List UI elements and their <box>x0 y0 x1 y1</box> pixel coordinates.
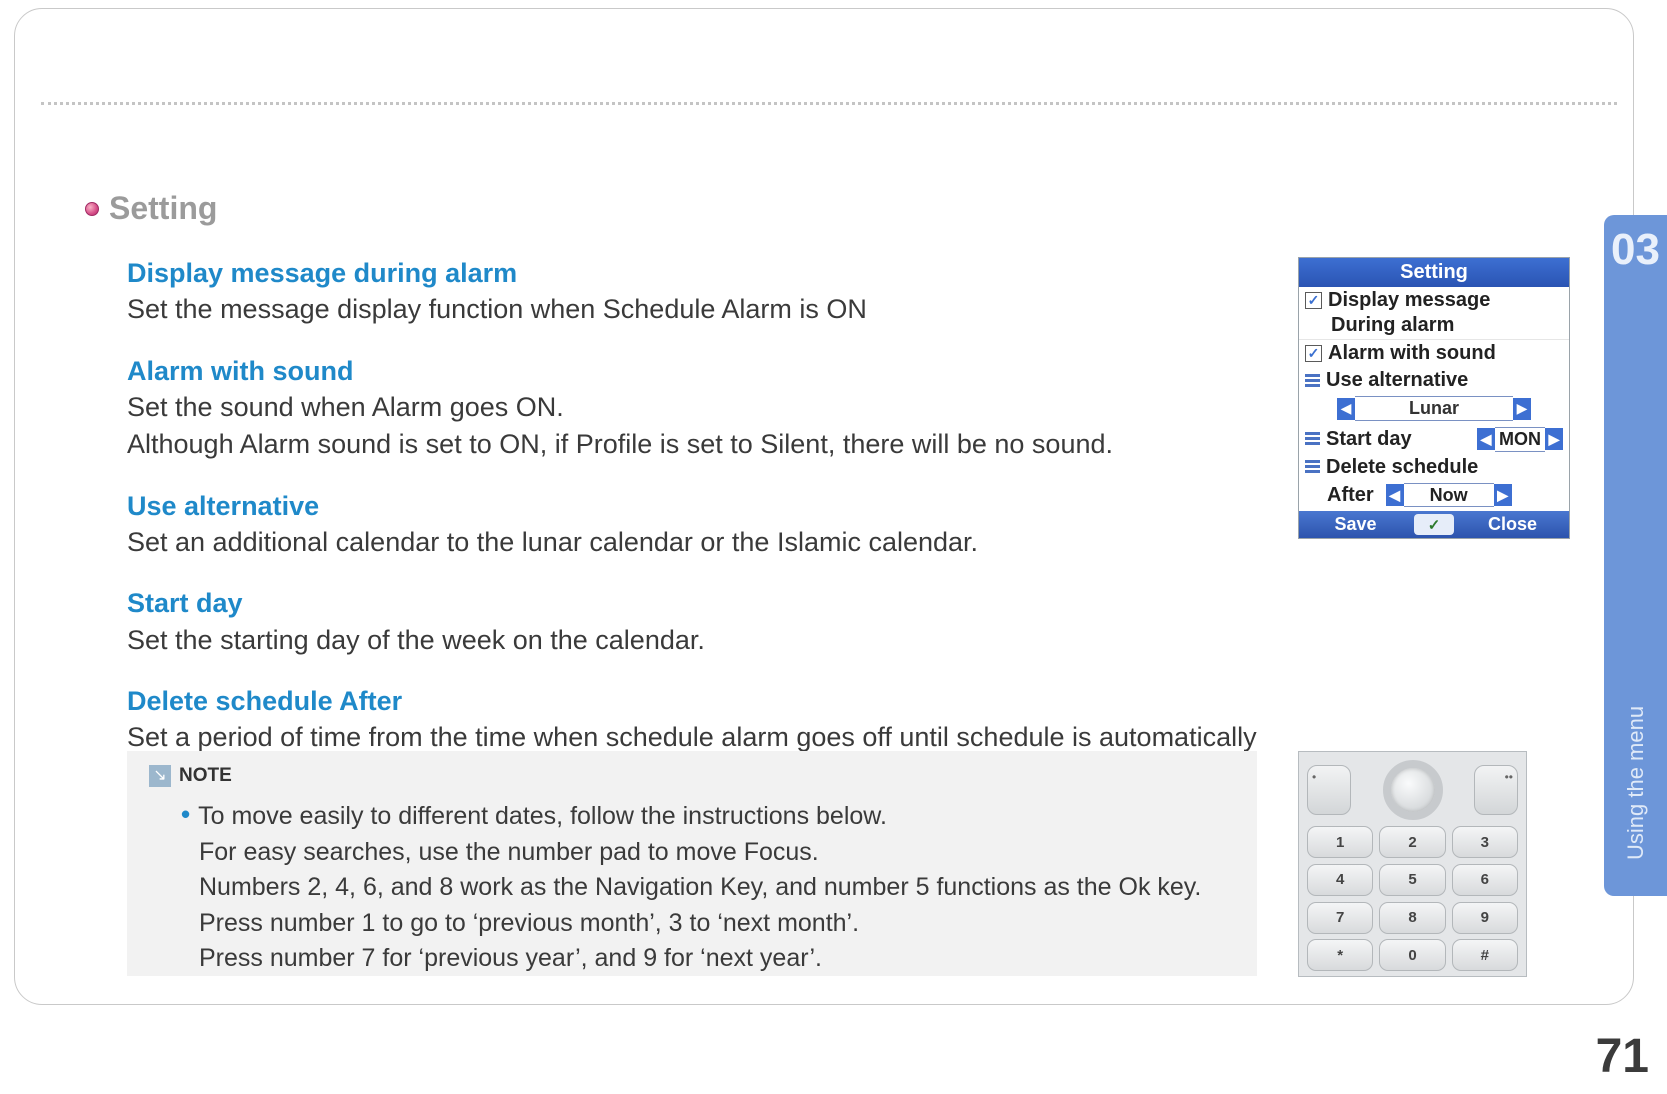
device-label: Alarm with sound <box>1328 342 1496 365</box>
note-line: For easy searches, use the number pad to… <box>181 835 1235 871</box>
bullet-icon <box>85 202 99 216</box>
arrow-left-icon[interactable]: ◀ <box>1337 398 1355 420</box>
device-label: Start day <box>1326 428 1412 451</box>
list-icon <box>1305 374 1320 388</box>
softkey-save[interactable]: Save <box>1299 511 1412 538</box>
note-body: • To move easily to different dates, fol… <box>149 799 1235 977</box>
key-4[interactable]: 4 <box>1307 864 1373 896</box>
page-frame: Setting Display message during alarm Set… <box>14 8 1634 1005</box>
arrow-icon: ↘ <box>149 765 171 787</box>
content-column: Display message during alarm Set the mes… <box>127 255 1272 818</box>
key-2[interactable]: 2 <box>1379 826 1445 858</box>
device-label: During alarm <box>1299 314 1569 339</box>
key-1[interactable]: 1 <box>1307 826 1373 858</box>
arrow-right-icon[interactable]: ▶ <box>1513 398 1531 420</box>
keypad-soft-left[interactable]: • <box>1307 765 1351 815</box>
item-body: Set an additional calendar to the lunar … <box>127 524 1272 561</box>
device-softkeys: Save ✓ Close <box>1299 511 1569 538</box>
list-icon <box>1305 460 1320 474</box>
arrow-left-icon[interactable]: ◀ <box>1477 428 1495 450</box>
softkey-close[interactable]: Close <box>1456 511 1569 538</box>
device-row-delete-schedule: Delete schedule <box>1299 454 1569 481</box>
item-body: Set the sound when Alarm goes ON. Althou… <box>127 389 1272 464</box>
arrow-left-icon[interactable]: ◀ <box>1386 484 1404 506</box>
softkey-ok-icon[interactable]: ✓ <box>1414 514 1454 535</box>
keypad-grid: 1 2 3 4 5 6 7 8 9 * 0 # <box>1307 826 1518 972</box>
device-label: Display message <box>1328 289 1490 312</box>
note-line: To move easily to different dates, follo… <box>198 799 887 835</box>
item-body: Set the starting day of the week on the … <box>127 622 1272 659</box>
device-selector-start-day[interactable]: ◀ MON ▶ <box>1477 427 1563 452</box>
key-star[interactable]: * <box>1307 939 1373 971</box>
chapter-number: 03 <box>1611 225 1660 275</box>
dpad-ring-icon <box>1383 760 1443 820</box>
checkbox-icon[interactable]: ✓ <box>1305 292 1322 309</box>
key-7[interactable]: 7 <box>1307 902 1373 934</box>
keypad-soft-right[interactable]: •• <box>1474 765 1518 815</box>
section-heading: Setting <box>85 190 217 227</box>
key-9[interactable]: 9 <box>1452 902 1518 934</box>
key-3[interactable]: 3 <box>1452 826 1518 858</box>
device-row-delete-after: After ◀ Now ▶ <box>1299 481 1569 512</box>
device-row-start-day: Start day ◀ MON ▶ <box>1299 425 1569 454</box>
page-number: 71 <box>1596 1029 1649 1084</box>
device-label: Use alternative <box>1326 369 1468 392</box>
arrow-right-icon[interactable]: ▶ <box>1494 484 1512 506</box>
item-alarm-with-sound: Alarm with sound Set the sound when Alar… <box>127 353 1272 464</box>
item-title: Start day <box>127 585 1272 621</box>
item-display-message: Display message during alarm Set the mes… <box>127 255 1272 329</box>
checkbox-icon[interactable]: ✓ <box>1305 345 1322 362</box>
key-hash[interactable]: # <box>1452 939 1518 971</box>
side-tab-label: Using the menu <box>1623 385 1649 860</box>
note-label: NOTE <box>179 765 232 787</box>
device-row-alarm-sound[interactable]: ✓ Alarm with sound <box>1299 339 1569 367</box>
note-header: ↘ NOTE <box>149 765 1235 787</box>
side-tab: 03 Using the menu <box>1604 215 1667 896</box>
selector-value: MON <box>1495 427 1545 452</box>
list-icon <box>1305 432 1320 446</box>
device-label: After <box>1327 484 1374 507</box>
note-box: ↘ NOTE • To move easily to different dat… <box>127 751 1257 976</box>
section-title: Setting <box>109 190 217 227</box>
device-label: Delete schedule <box>1326 456 1478 479</box>
device-row-display-message[interactable]: ✓ Display message <box>1299 287 1569 314</box>
device-row-use-alternative: Use alternative <box>1299 367 1569 394</box>
keypad-dpad[interactable] <box>1377 760 1449 820</box>
selector-value: Lunar <box>1355 396 1513 421</box>
key-8[interactable]: 8 <box>1379 902 1445 934</box>
note-line: Numbers 2, 4, 6, and 8 work as the Navig… <box>181 870 1235 906</box>
divider <box>41 102 1617 105</box>
device-selector-delete-after[interactable]: ◀ Now ▶ <box>1386 483 1512 508</box>
device-title: Setting <box>1299 258 1569 287</box>
item-use-alternative: Use alternative Set an additional calend… <box>127 488 1272 562</box>
key-5[interactable]: 5 <box>1379 864 1445 896</box>
device-screenshot-setting: Setting ✓ Display message During alarm ✓… <box>1298 257 1570 539</box>
note-line: Press number 1 to go to ‘previous month’… <box>181 906 1235 942</box>
item-title: Alarm with sound <box>127 353 1272 389</box>
item-body: Set the message display function when Sc… <box>127 291 1272 328</box>
key-6[interactable]: 6 <box>1452 864 1518 896</box>
note-line: Press number 7 for ‘previous year’, and … <box>181 941 1235 977</box>
item-start-day: Start day Set the starting day of the we… <box>127 585 1272 659</box>
item-title: Use alternative <box>127 488 1272 524</box>
bullet-dot-icon: • <box>181 799 190 830</box>
arrow-right-icon[interactable]: ▶ <box>1545 428 1563 450</box>
selector-value: Now <box>1404 483 1494 508</box>
item-title: Delete schedule After <box>127 683 1272 719</box>
keypad-nav-row: • •• <box>1307 758 1518 822</box>
device-keypad: • •• 1 2 3 4 5 6 7 8 9 * 0 # <box>1298 751 1527 977</box>
key-0[interactable]: 0 <box>1379 939 1445 971</box>
item-title: Display message during alarm <box>127 255 1272 291</box>
device-selector-use-alternative[interactable]: ◀ Lunar ▶ <box>1337 396 1531 421</box>
